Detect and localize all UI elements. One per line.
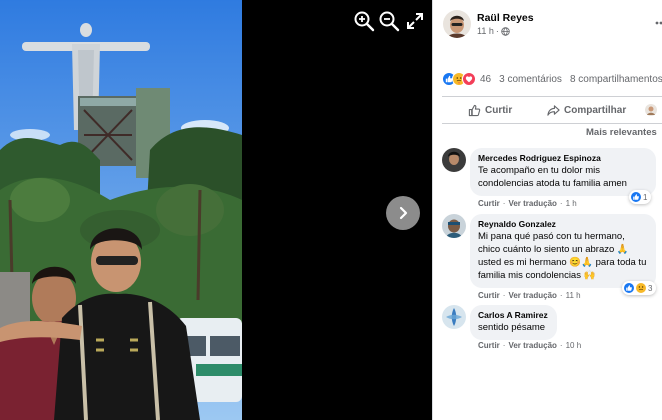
- dot-separator: ·: [559, 291, 563, 300]
- dot-separator: ·: [559, 341, 563, 350]
- reactions-summary[interactable]: 46 3 comentários 8 compartilhamentos: [442, 71, 662, 87]
- like-reaction-icon: [624, 283, 634, 293]
- comment-author[interactable]: Reynaldo Gonzalez: [478, 219, 647, 229]
- comment-like-link[interactable]: Curtir: [478, 199, 500, 208]
- expand-icon[interactable]: [404, 10, 426, 32]
- commenter-avatar[interactable]: [442, 214, 466, 238]
- dot-separator: ·: [502, 199, 506, 208]
- love-reaction-icon: [462, 72, 476, 86]
- like-button[interactable]: Curtir: [468, 100, 512, 120]
- dot-separator: ·: [502, 291, 506, 300]
- comments-count[interactable]: 3 comentários: [499, 74, 562, 85]
- like-button-label: Curtir: [485, 104, 513, 116]
- more-options-button[interactable]: [655, 14, 662, 28]
- more-dots-icon: [655, 21, 662, 25]
- next-photo-button[interactable]: [386, 196, 420, 230]
- shares-count[interactable]: 8 compartilhamentos: [570, 74, 662, 85]
- photo-viewer: [0, 0, 432, 420]
- dot-separator: ·: [495, 26, 499, 36]
- globe-icon: [501, 26, 510, 36]
- comment-reactions[interactable]: 1: [629, 190, 652, 204]
- photo-illustration: [0, 0, 242, 420]
- comment-text: sentido pésame: [478, 322, 546, 333]
- dot-separator: ·: [559, 199, 563, 208]
- actions-divider-top: [442, 96, 662, 97]
- thumbs-up-icon: [468, 104, 481, 116]
- commenter-avatar[interactable]: [442, 148, 466, 172]
- comment-like-link[interactable]: Curtir: [478, 341, 500, 350]
- panel-divider: [432, 0, 433, 420]
- author-avatar[interactable]: [443, 10, 471, 38]
- reaction-count[interactable]: 46: [480, 74, 491, 85]
- comment-sort-dropdown[interactable]: Mais relevantes: [586, 127, 657, 138]
- commenter-avatar[interactable]: [442, 305, 466, 329]
- comment-actions: Curtir · Ver tradução · 11 h: [478, 291, 581, 300]
- actions-divider-bottom: [442, 123, 662, 124]
- dot-separator: ·: [502, 341, 506, 350]
- comment-time[interactable]: 11 h: [566, 291, 581, 300]
- share-button-label: Compartilhar: [564, 104, 627, 116]
- comment-author[interactable]: Mercedes Rodriguez Espinoza: [478, 153, 647, 163]
- comment-like-link[interactable]: Curtir: [478, 291, 500, 300]
- profile-switch-icon: [645, 104, 657, 116]
- comment-reactions[interactable]: 3: [622, 281, 657, 295]
- see-translation-link[interactable]: Ver tradução: [508, 199, 556, 208]
- post-author-name[interactable]: Raül Reyes: [477, 12, 534, 24]
- post-time[interactable]: 11 h: [477, 26, 494, 36]
- comment-reaction-count: 3: [648, 283, 653, 293]
- share-button[interactable]: Compartilhar: [547, 100, 626, 120]
- see-translation-link[interactable]: Ver tradução: [508, 291, 556, 300]
- comment-time[interactable]: 1 h: [566, 199, 577, 208]
- comment-actions: Curtir · Ver tradução · 10 h: [478, 341, 581, 350]
- zoom-out-icon[interactable]: [378, 10, 400, 32]
- comment-text: Te acompaño en tu dolor mis condolencias…: [478, 165, 627, 189]
- post-photo[interactable]: [0, 0, 242, 420]
- care-reaction-icon: [636, 283, 646, 293]
- comment-reaction-count: 1: [643, 192, 648, 202]
- comment-author[interactable]: Carlos A Ramirez: [478, 310, 548, 320]
- share-arrow-icon: [547, 104, 560, 116]
- chevron-right-icon: [399, 206, 408, 220]
- comment-bubble: Mercedes Rodriguez Espinoza Te acompaño …: [470, 148, 656, 196]
- comment-actions: Curtir · Ver tradução · 1 h: [478, 199, 577, 208]
- post-meta: 11 h ·: [477, 26, 510, 36]
- like-reaction-icon: [631, 192, 641, 202]
- post-panel: Raül Reyes 11 h · 46 3 comentários 8 com…: [432, 0, 662, 420]
- comment-bubble: Reynaldo Gonzalez Mi pana qué pasó con t…: [470, 214, 656, 288]
- comment-text: Mi pana qué pasó con tu hermano, chico c…: [478, 231, 647, 281]
- comment-bubble: Carlos A Ramirez sentido pésame: [470, 305, 557, 340]
- send-as-button[interactable]: [644, 100, 658, 120]
- zoom-in-icon[interactable]: [353, 10, 375, 32]
- comment-time[interactable]: 10 h: [566, 341, 582, 350]
- see-translation-link[interactable]: Ver tradução: [508, 341, 556, 350]
